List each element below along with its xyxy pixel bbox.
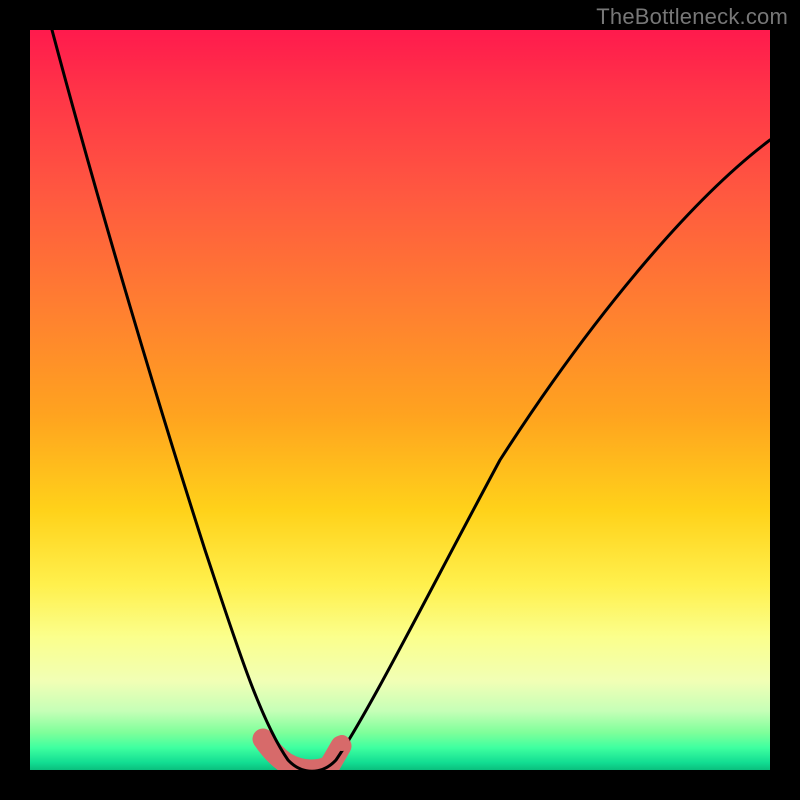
plot-area bbox=[30, 30, 770, 770]
watermark-text: TheBottleneck.com bbox=[596, 4, 788, 30]
chart-frame: TheBottleneck.com bbox=[0, 0, 800, 800]
chart-svg bbox=[30, 30, 770, 770]
highlight-dot bbox=[334, 735, 350, 751]
bottleneck-curve bbox=[52, 30, 770, 770]
